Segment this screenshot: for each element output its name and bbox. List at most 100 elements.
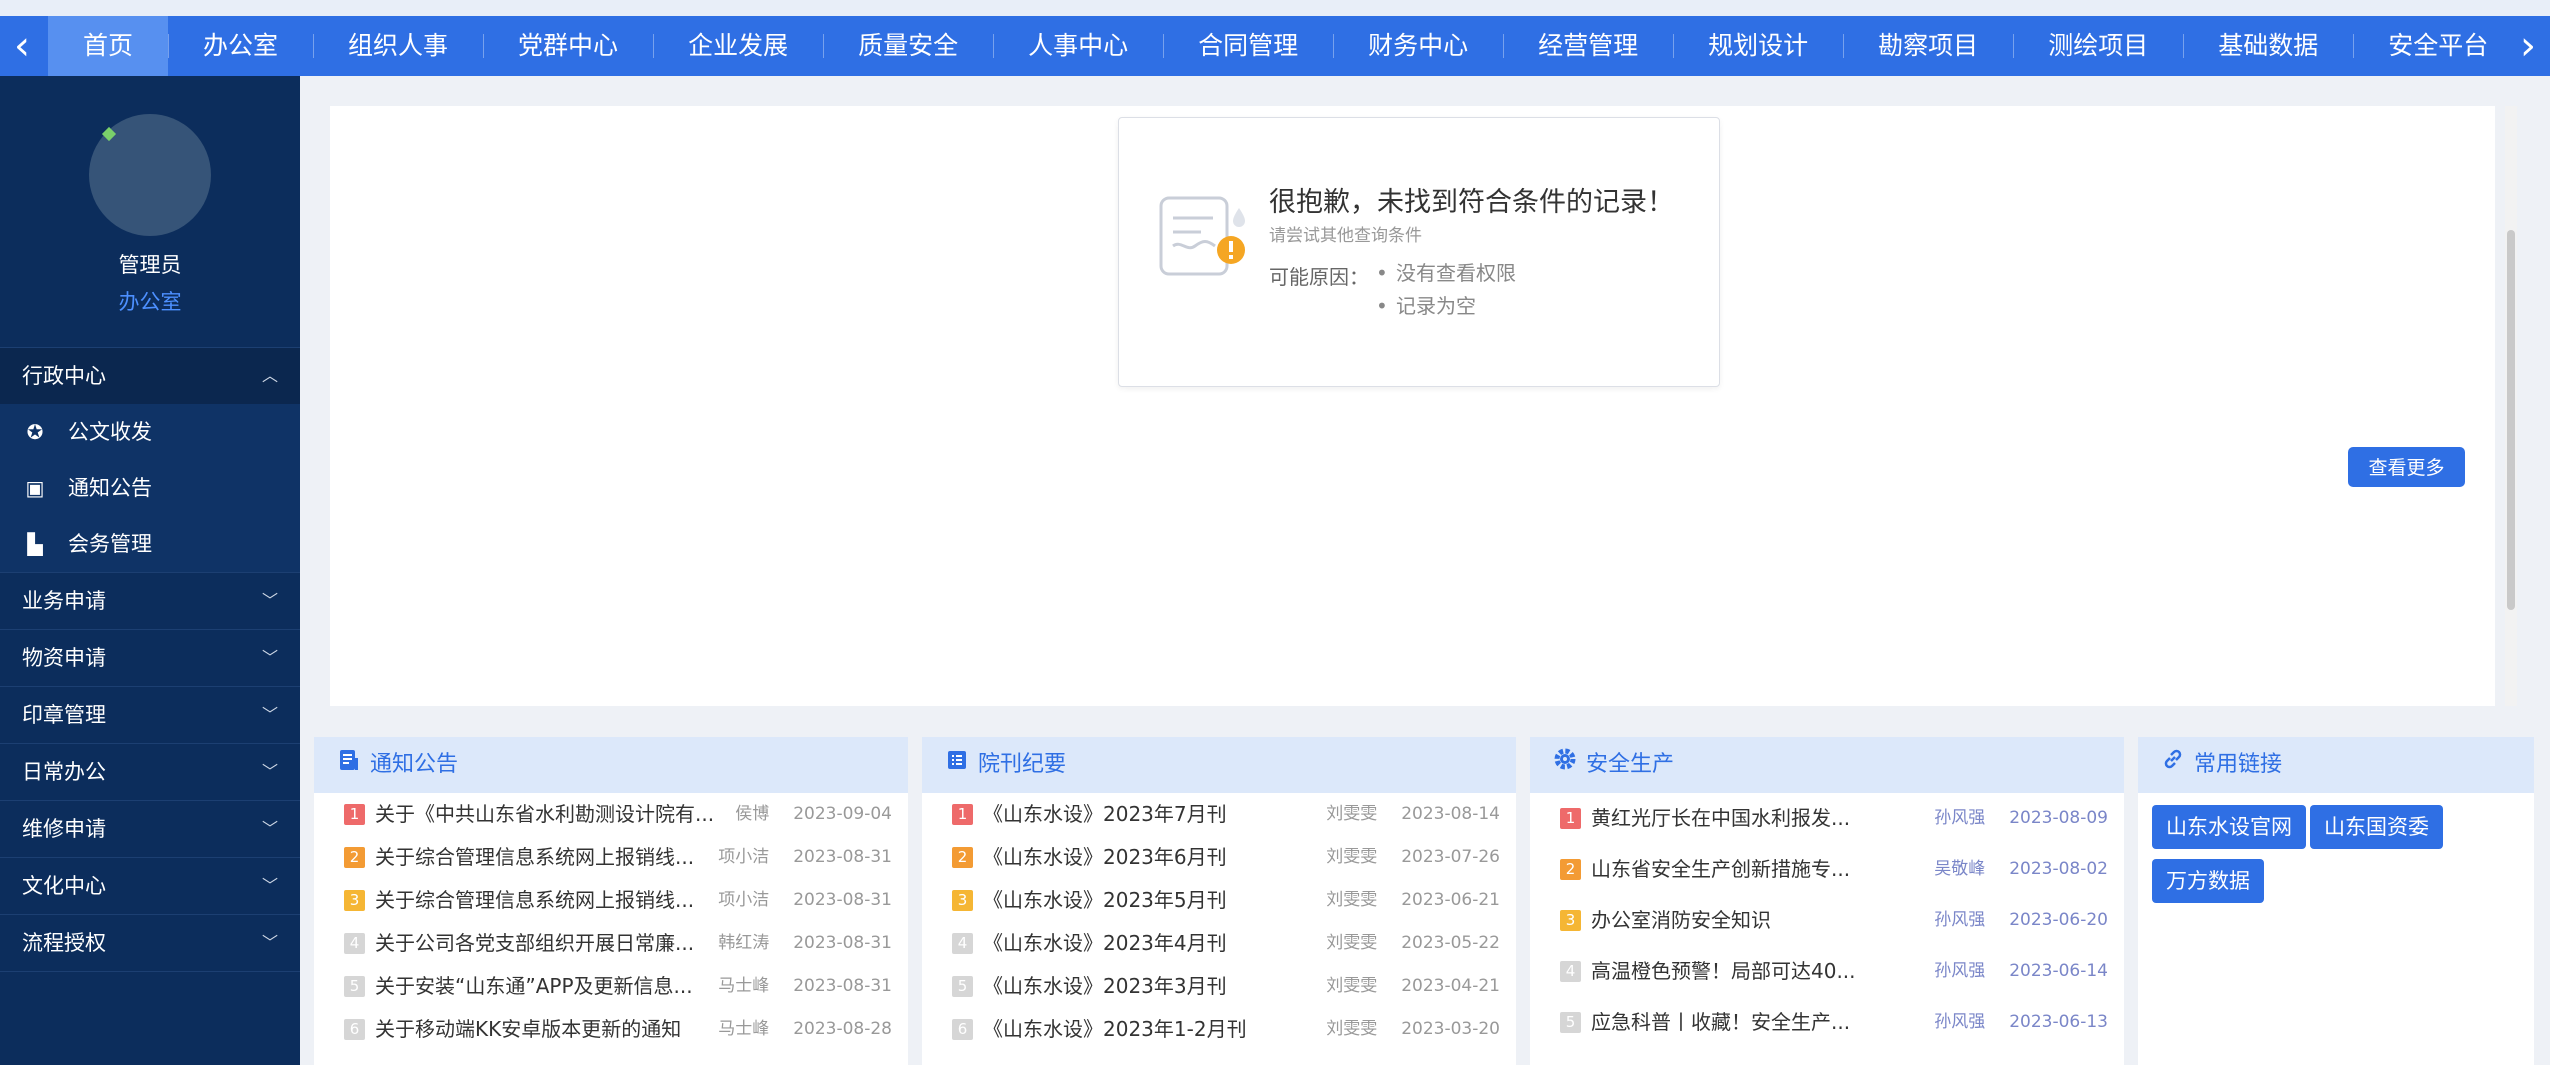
- item-title[interactable]: 高温橙色预警！局部可达40...: [1591, 946, 1924, 997]
- sidebar-item-meetings[interactable]: ▙ 会务管理: [0, 516, 300, 572]
- sidebar-group-culture[interactable]: 文化中心 ﹀: [0, 857, 300, 914]
- list-item[interactable]: 2 关于综合管理信息系统网上报销线... 项小洁 2023-08-31: [330, 836, 892, 879]
- item-author: 孙风强: [1934, 910, 1986, 930]
- top-nav-bar: ‹ 首页 办公室 组织人事 党群中心 企业发展 质量安全 人事中心 合同管理 财…: [0, 0, 2550, 76]
- sidebar-group-label: 流程授权: [22, 931, 106, 955]
- sidebar-group-admin-center[interactable]: 行政中心 ︿: [0, 347, 300, 404]
- list-item[interactable]: 1 《山东水设》2023年7月刊 刘雯雯 2023-08-14: [938, 793, 1500, 836]
- card-title: 院刊纪要: [978, 752, 1067, 777]
- sidebar-group-daily[interactable]: 日常办公 ﹀: [0, 743, 300, 800]
- sidebar-group-label: 业务申请: [22, 589, 106, 613]
- list-icon: [944, 737, 970, 793]
- nav-item-quality[interactable]: 质量安全: [823, 16, 993, 76]
- sidebar-item-documents[interactable]: ✪ 公文收发: [0, 404, 300, 460]
- item-title[interactable]: 《山东水设》2023年6月刊: [983, 836, 1316, 879]
- nav-item-party[interactable]: 党群中心: [483, 16, 653, 76]
- item-title[interactable]: 《山东水设》2023年4月刊: [983, 922, 1316, 965]
- item-date: 2023-03-20: [1401, 1019, 1500, 1039]
- nav-item-hr-org[interactable]: 组织人事: [313, 16, 483, 76]
- item-date: 2023-08-31: [793, 933, 892, 953]
- link-wanfang[interactable]: 万方数据: [2152, 859, 2264, 903]
- list-item[interactable]: 3 办公室消防安全知识 孙风强 2023-06-20: [1546, 895, 2108, 946]
- sidebar-group-seals[interactable]: 印章管理 ﹀: [0, 686, 300, 743]
- item-title[interactable]: 应急科普丨收藏！安全生产...: [1591, 997, 1924, 1048]
- list-item[interactable]: 6 《山东水设》2023年1-2月刊 刘雯雯 2023-03-20: [938, 1008, 1500, 1051]
- no-records-icon: [1157, 190, 1249, 286]
- links-card: 常用链接 山东水设官网 山东国资委 万方数据: [2138, 737, 2534, 1065]
- nav-item-enterprise[interactable]: 企业发展: [653, 16, 823, 76]
- nav-item-personnel[interactable]: 人事中心: [993, 16, 1163, 76]
- rank-badge: 1: [1560, 808, 1581, 829]
- list-item[interactable]: 4 《山东水设》2023年4月刊 刘雯雯 2023-05-22: [938, 922, 1500, 965]
- card-title: 通知公告: [370, 752, 459, 777]
- item-title[interactable]: 关于《中共山东省水利勘测设计院有...: [375, 793, 725, 836]
- item-title[interactable]: 关于综合管理信息系统网上报销线...: [375, 879, 708, 922]
- item-date: 2023-09-04: [793, 804, 892, 824]
- item-title[interactable]: 《山东水设》2023年1-2月刊: [983, 1008, 1316, 1051]
- list-item[interactable]: 2 《山东水设》2023年6月刊 刘雯雯 2023-07-26: [938, 836, 1500, 879]
- sidebar-item-notices[interactable]: ▣ 通知公告: [0, 460, 300, 516]
- user-dept[interactable]: 办公室: [0, 286, 300, 316]
- item-title[interactable]: 办公室消防安全知识: [1591, 895, 1924, 946]
- chevron-down-icon: ﹀: [261, 648, 278, 667]
- link-list: 山东水设官网 山东国资委 万方数据: [2138, 793, 2534, 915]
- card-header: 通知公告: [314, 737, 908, 793]
- sidebar: 管理员 办公室 行政中心 ︿ ✪ 公文收发 ▣ 通知公告 ▙ 会务管理 业务申请…: [0, 76, 300, 1065]
- empty-reason-item: 记录为空: [1376, 294, 1516, 327]
- chevron-down-icon: ﹀: [261, 819, 278, 838]
- rank-badge: 6: [952, 1019, 973, 1040]
- list-item[interactable]: 5 应急科普丨收藏！安全生产... 孙风强 2023-06-13: [1546, 997, 2108, 1048]
- nav-item-mapping[interactable]: 测绘项目: [2013, 16, 2183, 76]
- empty-title: 很抱歉，未找到符合条件的记录！: [1269, 187, 1674, 218]
- chevron-left-icon[interactable]: ‹: [0, 16, 44, 76]
- item-title[interactable]: 关于公司各党支部组织开展日常廉...: [375, 922, 708, 965]
- link-icon: [2160, 737, 2186, 793]
- item-title[interactable]: 关于综合管理信息系统网上报销线...: [375, 836, 708, 879]
- link-sdsy-official[interactable]: 山东水设官网: [2152, 805, 2306, 849]
- chevron-right-icon[interactable]: ›: [2506, 16, 2550, 76]
- nav-item-safety-platform[interactable]: 安全平台: [2353, 16, 2500, 76]
- list-item[interactable]: 5 《山东水设》2023年3月刊 刘雯雯 2023-04-21: [938, 965, 1500, 1008]
- item-date: 2023-08-31: [793, 976, 892, 996]
- rank-badge: 4: [952, 933, 973, 954]
- rank-badge: 4: [1560, 961, 1581, 982]
- item-date: 2023-06-20: [2009, 910, 2108, 930]
- nav-item-planning[interactable]: 规划设计: [1673, 16, 1843, 76]
- nav-item-contract[interactable]: 合同管理: [1163, 16, 1333, 76]
- list-item[interactable]: 3 关于综合管理信息系统网上报销线... 项小洁 2023-08-31: [330, 879, 892, 922]
- nav-item-operations[interactable]: 经营管理: [1503, 16, 1673, 76]
- item-title[interactable]: 《山东水设》2023年7月刊: [983, 793, 1316, 836]
- list-item[interactable]: 4 关于公司各党支部组织开展日常廉... 韩红涛 2023-08-31: [330, 922, 892, 965]
- nav-item-finance[interactable]: 财务中心: [1333, 16, 1503, 76]
- nav-item-survey[interactable]: 勘察项目: [1843, 16, 2013, 76]
- sidebar-group-supplies[interactable]: 物资申请 ﹀: [0, 629, 300, 686]
- item-title[interactable]: 山东省安全生产创新措施专...: [1591, 844, 1924, 895]
- list-item[interactable]: 1 黄红光厅长在中国水利报发... 孙风强 2023-08-09: [1546, 793, 2108, 844]
- view-more-button[interactable]: 查看更多: [2348, 447, 2465, 487]
- empty-reason-label: 可能原因：: [1269, 265, 1369, 289]
- sidebar-menu: 行政中心 ︿ ✪ 公文收发 ▣ 通知公告 ▙ 会务管理 业务申请 ﹀ 物资申请 …: [0, 347, 300, 972]
- list-item[interactable]: 6 关于移动端KK安卓版本更新的通知 马士峰 2023-08-28: [330, 1008, 892, 1051]
- scrollbar[interactable]: [2505, 106, 2517, 706]
- list-item[interactable]: 1 关于《中共山东省水利勘测设计院有... 侯博 2023-09-04: [330, 793, 892, 836]
- sidebar-group-workflow[interactable]: 流程授权 ﹀: [0, 914, 300, 971]
- nav-item-home[interactable]: 首页: [48, 16, 169, 76]
- list-item[interactable]: 2 山东省安全生产创新措施专... 吴敬峰 2023-08-02: [1546, 844, 2108, 895]
- sidebar-group-business[interactable]: 业务申请 ﹀: [0, 572, 300, 629]
- item-date: 2023-08-31: [793, 890, 892, 910]
- list-item[interactable]: 4 高温橙色预警！局部可达40... 孙风强 2023-06-14: [1546, 946, 2108, 997]
- list-item[interactable]: 3 《山东水设》2023年5月刊 刘雯雯 2023-06-21: [938, 879, 1500, 922]
- list-item[interactable]: 5 关于安装“山东通”APP及更新信息... 马士峰 2023-08-31: [330, 965, 892, 1008]
- sidebar-group-repair[interactable]: 维修申请 ﹀: [0, 800, 300, 857]
- item-title[interactable]: 《山东水设》2023年5月刊: [983, 879, 1316, 922]
- link-sasac-shandong[interactable]: 山东国资委: [2310, 805, 2443, 849]
- scrollbar-thumb[interactable]: [2507, 230, 2515, 610]
- item-title[interactable]: 黄红光厅长在中国水利报发...: [1591, 793, 1924, 844]
- item-title[interactable]: 《山东水设》2023年3月刊: [983, 965, 1316, 1008]
- item-title[interactable]: 关于移动端KK安卓版本更新的通知: [375, 1008, 708, 1051]
- nav-item-office[interactable]: 办公室: [168, 16, 313, 76]
- item-author: 韩红涛: [718, 933, 770, 953]
- nav-item-base-data[interactable]: 基础数据: [2183, 16, 2353, 76]
- item-title[interactable]: 关于安装“山东通”APP及更新信息...: [375, 965, 708, 1008]
- sidebar-group-label: 物资申请: [22, 646, 106, 670]
